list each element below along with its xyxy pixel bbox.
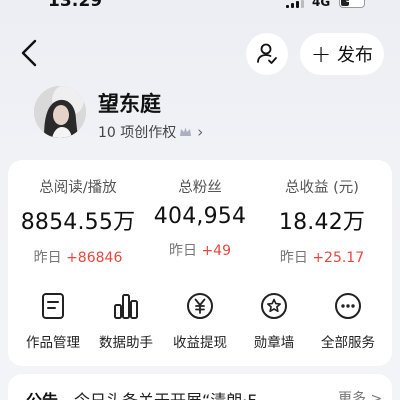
profile-name: 望东庭 [98,92,161,116]
document-icon [42,293,64,319]
stat-change: 昨日 +25.17 [258,247,386,267]
status-bar: 13:29 4G 36 [0,0,400,14]
stat-change-prefix: 昨日 [169,243,197,259]
signal-icon [286,0,306,8]
tool-data-assistant[interactable]: 数据助手 [88,291,164,351]
user-check-icon [257,43,277,64]
bar-chart-icon [114,294,138,319]
stat-value: 404,954 [153,204,247,229]
tool-label: 全部服务 [321,335,375,351]
creator-rights-label: 10 项创作权 [98,125,177,141]
more-icon [335,293,361,319]
account-switch-button[interactable] [246,33,288,75]
announcement-tag: 公告 [26,387,58,400]
status-time: 13:29 [48,0,103,11]
crown-icon [180,127,192,136]
stat-change-prefix: 昨日 [33,250,62,266]
stat-followers[interactable]: 总粉丝 404,954 昨日 +49 [136,176,264,260]
dashboard-card: 总阅读/播放 8854.55万 昨日 +86846 总粉丝 404,954 昨日… [8,160,392,366]
stat-change-prefix: 昨日 [279,250,308,266]
creator-rights-link[interactable]: 10 项创作权 › [98,122,203,142]
stat-change-value: +86846 [66,250,123,266]
stat-value: 8854.55万 [20,210,136,235]
back-button[interactable] [14,36,44,70]
tool-label: 收益提现 [173,335,227,351]
tool-label: 勋章墙 [253,335,295,351]
announcement-text: 今日头条关于开展“清朗·F [74,387,324,400]
medal-icon [261,293,287,319]
network-label: 4G [312,0,331,9]
stat-change: 昨日 +49 [136,240,264,260]
tool-label: 作品管理 [26,335,80,351]
stat-label: 总阅读/播放 [39,180,117,196]
stat-earnings[interactable]: 总收益 (元) 18.42万 昨日 +25.17 [258,176,386,267]
stat-reads[interactable]: 总阅读/播放 8854.55万 昨日 +86846 [14,176,142,267]
battery-icon: 36 [339,0,365,8]
announcement-bar[interactable]: 公告 今日头条关于开展“清朗·F 更多 > [8,374,392,400]
tool-label: 数据助手 [99,335,153,351]
tool-withdraw[interactable]: 收益提现 [162,291,238,351]
stat-label: 总粉丝 [178,180,222,196]
tool-all-services[interactable]: 全部服务 [310,291,386,351]
stat-value: 18.42万 [278,210,366,235]
avatar[interactable] [34,86,86,138]
stat-change-value: +25.17 [312,250,365,266]
tool-works-management[interactable]: 作品管理 [15,291,91,351]
plus-icon: + [310,40,332,68]
stat-change-value: +49 [201,243,231,259]
battery-level: 36 [345,0,359,5]
publish-button[interactable]: + 发布 [300,33,384,75]
announcement-more-link[interactable]: 更多 > [338,388,382,400]
stat-label: 总收益 (元) [285,180,359,196]
chevron-right-icon: › [197,123,204,141]
yen-icon [187,293,213,319]
chevron-left-icon [21,39,37,67]
publish-label: 发布 [337,45,374,66]
tool-medal-wall[interactable]: 勋章墙 [236,291,312,351]
stat-change: 昨日 +86846 [14,247,142,267]
